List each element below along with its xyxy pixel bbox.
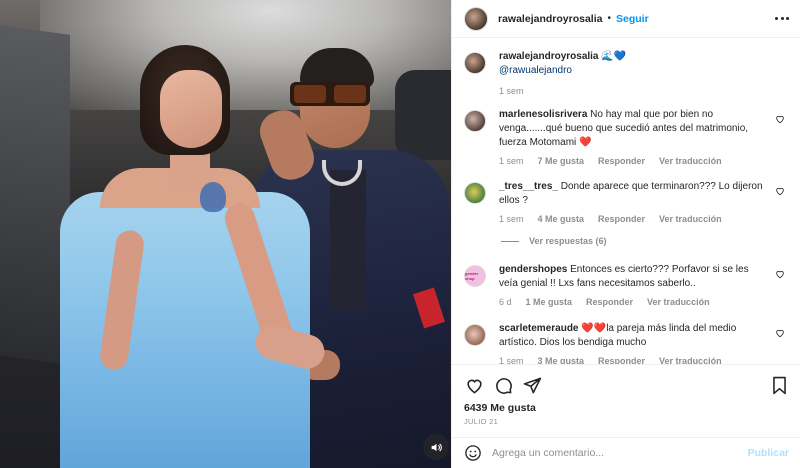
comments-list[interactable]: rawalejandroyrosalia 🌊💙 @rawualejandro 1… <box>452 38 800 364</box>
share-icon[interactable] <box>522 375 542 395</box>
commenter-avatar[interactable] <box>464 324 486 346</box>
view-replies-button[interactable]: Ver respuestas (6) <box>501 236 607 246</box>
caption-mention[interactable]: @rawualejandro <box>499 64 769 78</box>
emoji-icon[interactable] <box>464 444 482 462</box>
caption: rawalejandroyrosalia 🌊💙 @rawualejandro 1… <box>464 50 789 98</box>
header-separator: • <box>607 13 611 24</box>
reply-button[interactable]: Responder <box>598 154 645 168</box>
comment-time[interactable]: 6 d <box>499 295 512 309</box>
translate-button[interactable]: Ver traducción <box>659 154 722 168</box>
post-side-panel: rawalejandroyrosalia • Seguir rawalejand… <box>451 0 800 468</box>
comment-likes[interactable]: 7 Me gusta <box>538 154 585 168</box>
woman-face <box>160 70 222 148</box>
comment-username[interactable]: marlenesolisrivera <box>499 109 587 120</box>
post-date[interactable]: JULIO 21 <box>464 417 789 426</box>
like-comment-icon[interactable] <box>775 186 785 196</box>
bookmark-icon[interactable] <box>769 375 789 395</box>
add-comment-bar: Publicar <box>452 437 800 468</box>
replies-line <box>501 240 519 242</box>
author-avatar[interactable] <box>464 52 486 74</box>
post-actions: 6439 Me gusta JULIO 21 <box>452 364 800 430</box>
commenter-avatar[interactable] <box>464 182 486 204</box>
follow-button[interactable]: Seguir <box>616 13 649 25</box>
comment-likes[interactable]: 3 Me gusta <box>538 354 585 364</box>
like-comment-icon[interactable] <box>775 269 785 279</box>
reply-button[interactable]: Responder <box>598 212 645 226</box>
comment-likes[interactable]: 1 Me gusta <box>526 295 573 309</box>
comment-item: scarletemeraude ❤️❤️la pareja más linda … <box>464 322 789 364</box>
caption-username[interactable]: rawalejandroyrosalia <box>499 51 599 62</box>
comment-time[interactable]: 1 sem <box>499 354 524 364</box>
comment-input[interactable] <box>492 447 748 459</box>
caption-emoji: 🌊💙 <box>601 51 627 62</box>
avatar-logo-text: gender shop <box>465 271 479 281</box>
comment-emoji: ❤️ <box>579 137 592 148</box>
comment-emoji: ❤️❤️ <box>581 323 607 334</box>
author-username[interactable]: rawalejandroyrosalia <box>498 13 602 25</box>
comment-time[interactable]: 1 sem <box>499 154 524 168</box>
post-comment-button[interactable]: Publicar <box>748 447 789 459</box>
author-avatar[interactable] <box>464 6 488 31</box>
man-sunglasses <box>290 82 370 106</box>
comment-username[interactable]: scarletemeraude <box>499 323 579 334</box>
post-header: rawalejandroyrosalia • Seguir <box>452 0 800 38</box>
translate-button[interactable]: Ver traducción <box>647 295 710 309</box>
translate-button[interactable]: Ver traducción <box>659 212 722 226</box>
comment-time[interactable]: 1 sem <box>499 212 524 226</box>
comment-username[interactable]: gendershopes <box>499 264 567 275</box>
view-replies-label[interactable]: Ver respuestas (6) <box>529 236 607 246</box>
like-icon[interactable] <box>464 375 484 395</box>
translate-button[interactable]: Ver traducción <box>659 354 722 364</box>
commenter-avatar[interactable]: gender shop <box>464 265 486 287</box>
car-headrest <box>395 70 451 160</box>
comment-icon[interactable] <box>493 375 513 395</box>
like-comment-icon[interactable] <box>775 328 785 338</box>
butterfly-decoration <box>200 182 226 212</box>
car-ceiling <box>40 0 451 110</box>
reply-button[interactable]: Responder <box>586 295 633 309</box>
man-shirt <box>330 170 366 310</box>
like-comment-icon[interactable] <box>775 114 785 124</box>
reply-button[interactable]: Responder <box>598 354 645 364</box>
post-photo[interactable] <box>0 0 451 468</box>
likes-count[interactable]: 6439 Me gusta <box>464 402 789 414</box>
commenter-avatar[interactable] <box>464 110 486 132</box>
speaker-icon[interactable] <box>423 434 449 460</box>
more-options-icon[interactable] <box>775 11 789 25</box>
comment-item: gender shop gendershopes Entonces es cie… <box>464 263 789 309</box>
comment-username[interactable]: _tres__tres_ <box>499 181 558 192</box>
caption-time[interactable]: 1 sem <box>499 84 524 98</box>
comment-likes[interactable]: 4 Me gusta <box>538 212 585 226</box>
comment-item: marlenesolisrivera No hay mal que por bi… <box>464 108 789 168</box>
comment-item: _tres__tres_ Donde aparece que terminaro… <box>464 180 789 226</box>
instagram-post-view: rawalejandroyrosalia • Seguir rawalejand… <box>0 0 800 468</box>
